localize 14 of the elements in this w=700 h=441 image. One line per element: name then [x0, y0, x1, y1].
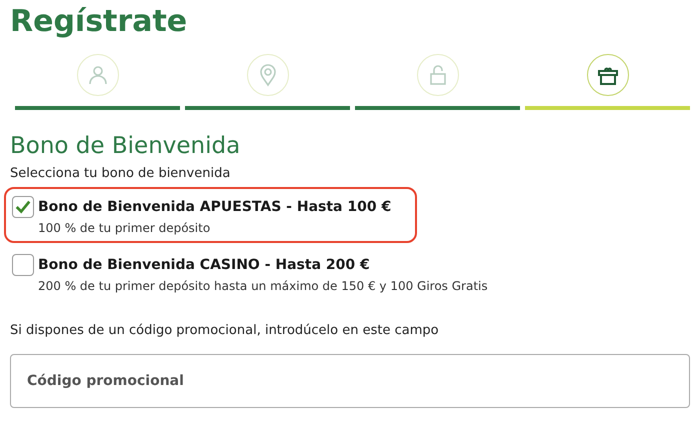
promo-code-field[interactable]: Código promocional — [10, 354, 690, 408]
bonus-description: 100 % de tu primer depósito — [38, 221, 212, 235]
section-title: Bono de Bienvenida — [10, 132, 242, 160]
bonus-title: Bono de Bienvenida CASINO - Hasta 200 € — [38, 257, 371, 273]
bonus-title: Bono de Bienvenida APUESTAS - Hasta 100 € — [38, 199, 392, 215]
bonus-option[interactable]: Bono de Bienvenida APUESTAS - Hasta 100 € 100 % de tu primer depósito — [4, 187, 418, 243]
bonus-description: 200 % de tu primer depósito hasta un máximo de 150 € y 100 Giros Gratis — [38, 279, 488, 293]
instruction-text: Selecciona tu bono de bienvenida — [10, 166, 232, 181]
checkbox[interactable] — [12, 196, 34, 218]
bonus-option[interactable]: Bono de Bienvenida CASINO - Hasta 200 € 200 % de tu primer depósito hasta un máximo de 150 € y 100 Giros Gratis — [4, 247, 514, 301]
promo-hint: Si dispones de un código promocional, introdúcelo en este campo — [10, 323, 440, 338]
checkbox[interactable] — [12, 254, 34, 276]
checkmark-icon — [14, 198, 32, 216]
page-title: Regístrate — [10, 4, 188, 40]
